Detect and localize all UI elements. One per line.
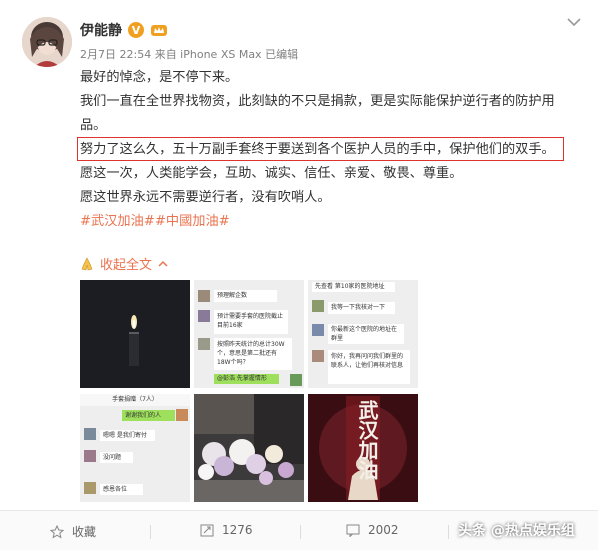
divider [300,525,301,539]
chat-bubble: 嗯嗯 是我们寄付 [100,430,155,441]
chevron-down-icon[interactable] [566,16,582,28]
chat-bubble: 感恩各位 [100,484,143,495]
watermark: 头条 @热点娱乐组 [458,523,575,539]
image-chat-3[interactable]: 手套捐赠（7人） 谢谢我们的人 嗯嗯 是我们寄付 没问题 感恩各位 [80,394,190,502]
chat-bubble: 你好，我再问问我们群里的联系人，让他们再核对信息 [328,350,410,384]
favorite-button[interactable]: 收藏 [50,523,96,540]
flowers-photo [194,394,304,502]
image-chat-2[interactable]: 先查看 第10家的医院地址 我等一下我核对一下 你最新这个医院的地址在群里 你好… [308,280,418,388]
image-candle[interactable] [80,280,190,388]
avatar[interactable] [22,17,72,67]
chat-title: 手套捐赠（7人） [80,394,190,406]
candle-icon [80,280,190,388]
paragraph: 愿这一次，人类能学会，互助、诚实、信任、亲爱、敬畏、尊重。 [80,166,463,181]
image-poster[interactable]: 武汉加油 [308,394,418,502]
image-flowers[interactable] [194,394,304,502]
divider [150,525,151,539]
chat-bubble: 我等一下我核对一下 [328,302,395,314]
image-chat-1[interactable]: 预理解企数 预计需要手套的医院截止目前16家 按照昨天统计的总计30W个，意思是… [194,280,304,388]
paragraph: 愿这世界永远不需要逆行者，没有吹哨人。 [80,190,331,205]
chevron-up-icon [158,260,168,267]
comment-button[interactable]: 2002 [346,523,399,537]
comment-icon [346,524,360,537]
paragraph: 我们一直在全世界找物资，此刻缺的不只是捐款，更是实际能保护逆行者的防护用品。 [80,94,555,133]
paragraph-highlighted: 努力了这么久，五十万副手套终于要送到各个医护人员的手中，保护他们的双手。 [80,142,555,157]
chat-bubble: 你最新这个医院的地址在群里 [328,324,404,344]
collapse-button[interactable]: 收起全文 [80,254,168,273]
repost-button[interactable]: 1276 [200,523,253,537]
chat-bubble: @彭浩 先掌握情形 [214,374,279,384]
repost-icon [200,524,214,537]
chat-bubble: 预计需要手套的医院截止目前16家 [214,310,288,334]
chat-bubble: 先查看 第10家的医院地址 [312,282,395,292]
chat-bubble: 没问题 [100,452,133,463]
chat-bubble: 谢谢我们的人 [122,410,175,421]
repost-count: 1276 [222,523,253,537]
divider [448,525,449,539]
chat-bubble: 按照昨天统计的总计30W个，意思是第二批还有18W个吗？ [214,338,292,370]
star-icon [50,524,64,539]
comment-count: 2002 [368,523,399,537]
hands-icon [81,256,93,270]
collapse-label: 收起全文 [100,258,153,273]
vip-crown-icon [151,25,167,36]
verified-v-icon: V [128,22,144,38]
post-content: 最好的悼念，是不停下来。 我们一直在全世界找物资，此刻缺的不只是捐款，更是实际能… [80,66,575,234]
paragraph: 最好的悼念，是不停下来。 [80,70,239,85]
favorite-label: 收藏 [72,525,97,539]
post-meta: 2月7日 22:54 来自 iPhone XS Max 已编辑 [80,48,299,61]
hashtags[interactable]: #武汉加油##中國加油# [80,210,575,234]
poster-text: 武汉加油 [355,400,379,480]
author-name[interactable]: 伊能静 [80,20,122,40]
chat-bubble: 预理解企数 [214,290,277,302]
